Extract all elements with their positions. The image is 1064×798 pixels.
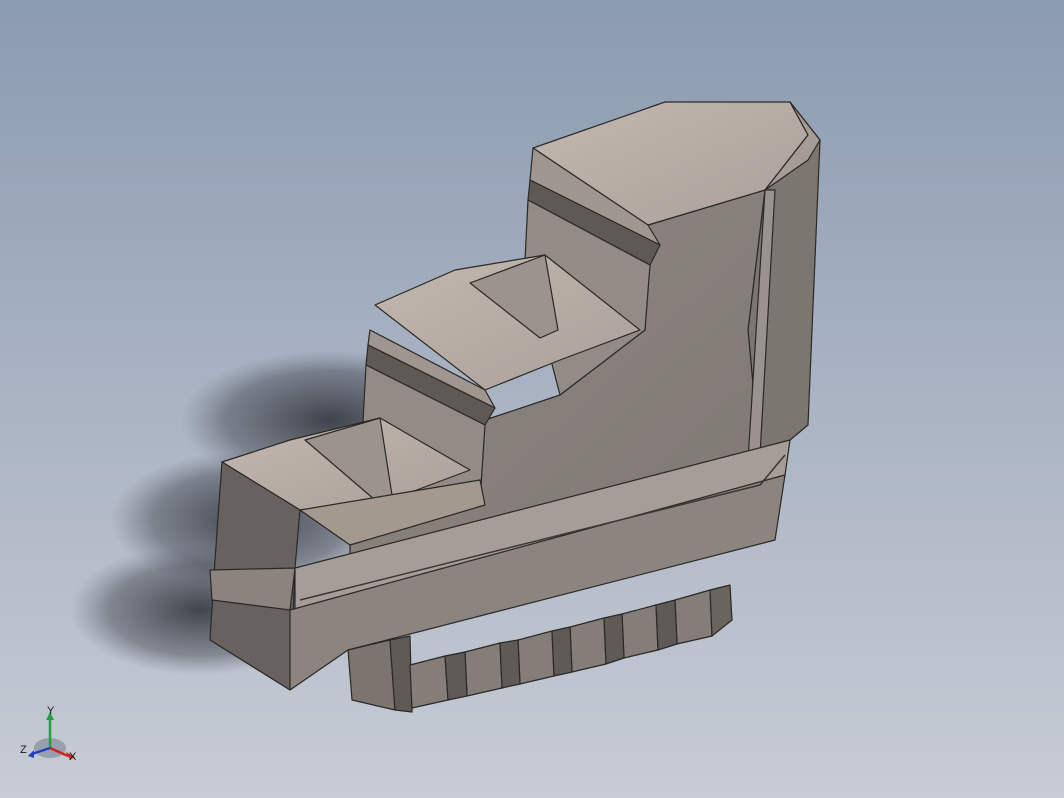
x-axis-label: X [69,751,77,763]
3d-graphics-viewport[interactable]: Y X Z [0,0,1064,798]
y-axis-label: Y [47,705,55,717]
z-axis-label: Z [20,744,27,756]
view-orientation-triad[interactable]: Y X Z [20,705,77,763]
